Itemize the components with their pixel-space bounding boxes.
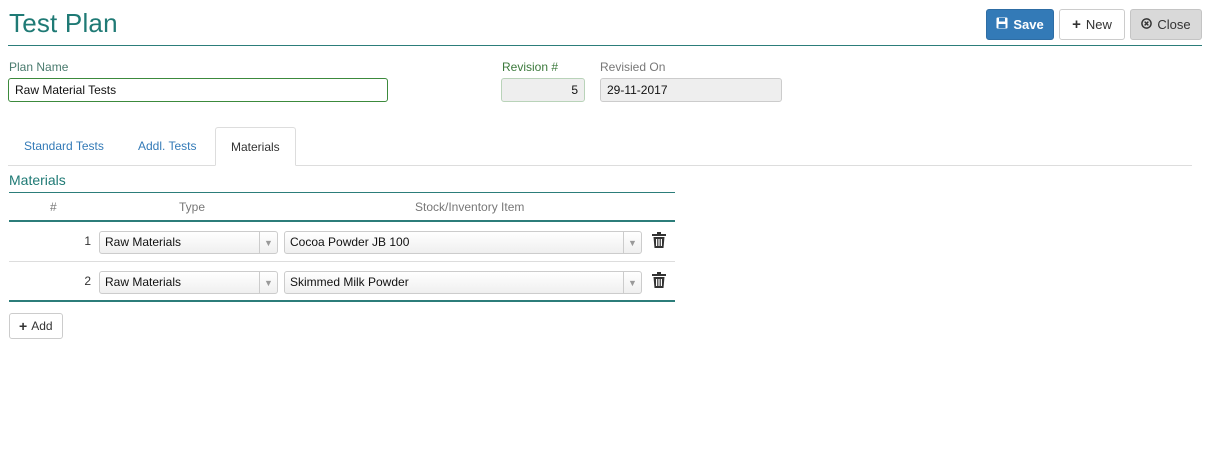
chevron-down-icon: ▼ [623,272,641,293]
floppy-disk-icon [996,17,1008,32]
revised-on-label: Revisied On [600,60,666,74]
table-header: # Type Stock/Inventory Item [9,192,675,222]
chevron-down-icon: ▼ [623,232,641,253]
revision-label: Revision # [502,60,559,74]
item-select-value: Cocoa Powder JB 100 [290,235,410,249]
materials-table: # Type Stock/Inventory Item 1 Raw Materi… [9,192,675,302]
plus-icon: + [19,318,28,334]
column-header-type: Type [179,200,206,214]
type-select[interactable]: Raw Materials ▼ [99,231,278,254]
column-header-item: Stock/Inventory Item [415,200,525,214]
tab-materials[interactable]: Materials [215,127,296,166]
tab-standard-tests[interactable]: Standard Tests [9,127,119,166]
toolbar: Save + New Close [986,9,1202,40]
plan-name-input[interactable]: Raw Material Tests [8,78,388,102]
add-material-button[interactable]: + Add [9,313,63,339]
save-button[interactable]: Save [986,9,1054,40]
chevron-down-icon: ▼ [259,232,277,253]
trash-icon[interactable] [652,272,668,290]
page-header: Test Plan Save + New Close [8,0,1202,46]
row-number: 2 [84,274,91,288]
trash-icon[interactable] [652,232,668,250]
circle-x-icon [1141,17,1153,32]
add-label: Add [31,319,53,333]
new-button[interactable]: + New [1059,9,1125,40]
table-row: 2 Raw Materials ▼ Skimmed Milk Powder ▼ [9,262,675,302]
tab-addl-tests[interactable]: Addl. Tests [123,127,211,166]
type-select[interactable]: Raw Materials ▼ [99,271,278,294]
revised-on-field: 29-11-2017 [600,78,782,102]
materials-section-title: Materials [9,172,66,188]
plan-name-label: Plan Name [9,60,69,74]
type-select-value: Raw Materials [105,235,182,249]
chevron-down-icon: ▼ [259,272,277,293]
revision-field: 5 [501,78,585,102]
table-row: 1 Raw Materials ▼ Cocoa Powder JB 100 ▼ [9,222,675,262]
close-button[interactable]: Close [1130,9,1202,40]
save-label: Save [1013,17,1044,32]
item-select[interactable]: Cocoa Powder JB 100 ▼ [284,231,642,254]
plus-icon: + [1072,16,1081,33]
item-select-value: Skimmed Milk Powder [290,275,409,289]
close-label: Close [1157,17,1191,32]
tab-bar: Standard Tests Addl. Tests Materials [8,127,1192,166]
item-select[interactable]: Skimmed Milk Powder ▼ [284,271,642,294]
column-header-number: # [50,200,57,214]
type-select-value: Raw Materials [105,275,182,289]
new-label: New [1085,17,1112,32]
page-title: Test Plan [9,8,118,38]
row-number: 1 [84,234,91,248]
